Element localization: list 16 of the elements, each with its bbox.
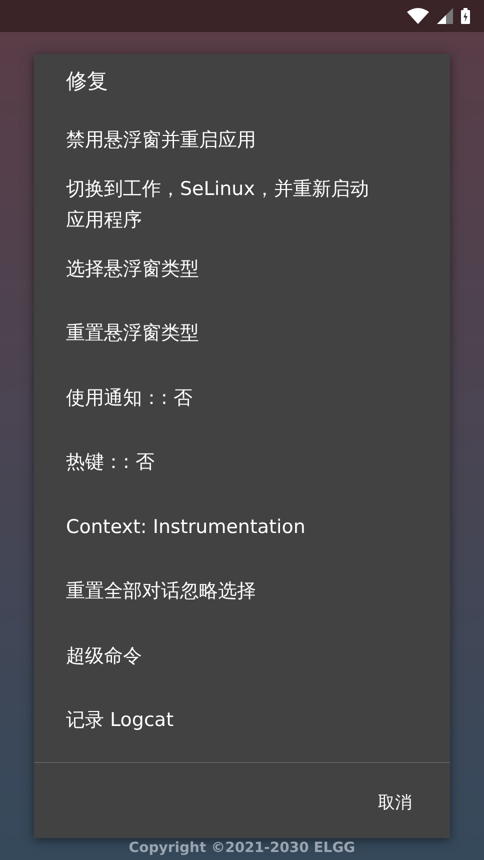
wifi-icon (407, 8, 429, 24)
menu-item[interactable]: 选择悬浮窗类型 (34, 237, 450, 302)
signal-icon (437, 8, 453, 24)
menu-item[interactable]: 重置悬浮窗类型 (34, 302, 450, 366)
menu-item[interactable]: 热键：: 否 (34, 430, 450, 495)
cancel-button[interactable]: 取消 (376, 789, 414, 816)
menu-item[interactable]: 使用通知：: 否 (34, 366, 450, 430)
battery-icon (461, 8, 470, 24)
menu-item[interactable]: 重置全部对话忽略选择 (34, 560, 450, 624)
menu-item[interactable]: 切换到工作，SeLinux，并重新启动应用程序 (34, 172, 450, 237)
menu-item[interactable]: 超级命令 (34, 624, 450, 688)
menu-item[interactable]: Context: Instrumentation (34, 495, 450, 560)
menu-item[interactable]: 禁用悬浮窗并重启应用 (34, 108, 450, 172)
menu-item[interactable]: 记录 Logcat (34, 688, 450, 753)
dialog-title: 修复 (65, 68, 109, 95)
copyright-text: Copyright ©2021-2030 ELGG (128, 840, 356, 856)
